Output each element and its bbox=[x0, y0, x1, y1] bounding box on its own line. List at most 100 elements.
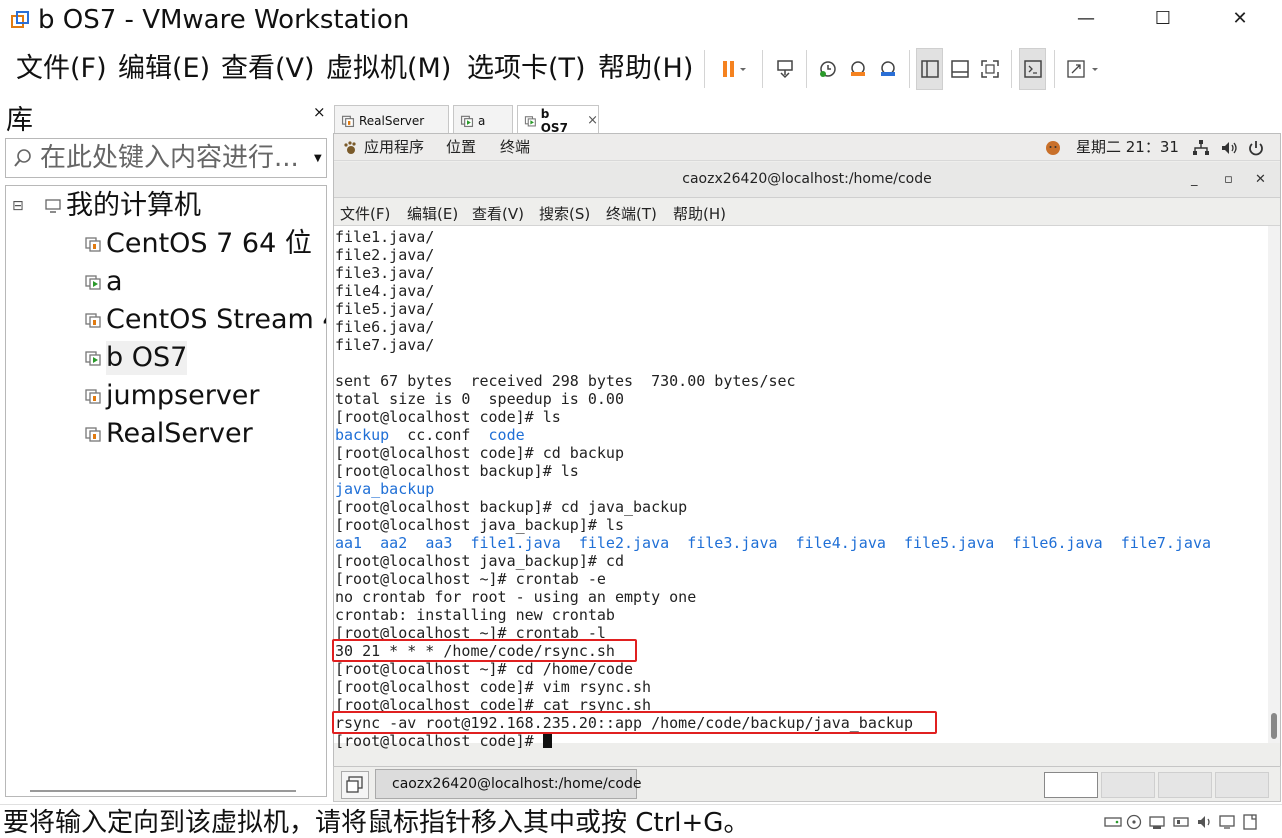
tab-b-os7[interactable]: b OS7 × bbox=[517, 105, 599, 135]
tree-item-vm[interactable]: CentOS Stream 4 bbox=[84, 302, 326, 338]
terminal-output[interactable]: file1.java/ file2.java/ file3.java/ file… bbox=[332, 226, 1268, 750]
ls-dir-entry: aa1 bbox=[335, 534, 363, 552]
library-close-button[interactable]: × bbox=[313, 103, 326, 121]
volume-icon[interactable] bbox=[1220, 139, 1238, 157]
terminal-menubar: 文件(F) 编辑(E) 查看(V) 搜索(S) 终端(T) 帮助(H) bbox=[334, 199, 1280, 226]
terminal-menu-view[interactable]: 查看(V) bbox=[472, 203, 524, 224]
terminal-close-button[interactable]: ✕ bbox=[1255, 172, 1266, 187]
pause-icon bbox=[723, 61, 746, 77]
terminal-line: [root@localhost java_backup]# ls bbox=[335, 516, 624, 534]
taskbar-window-button[interactable]: caozx26420@localhost:/home/code bbox=[375, 769, 641, 799]
terminal-menu-search[interactable]: 搜索(S) bbox=[539, 203, 590, 224]
fullscreen-button[interactable] bbox=[976, 48, 1004, 90]
toolbar-separator bbox=[1054, 50, 1055, 88]
guest-display[interactable]: 应用程序 位置 终端 星期二 21：31 caozx26420@localhos… bbox=[332, 133, 1281, 769]
ls-dir-entry: aa3 bbox=[425, 534, 453, 552]
tree-item-label: RealServer bbox=[106, 418, 253, 449]
hard-disk-icon[interactable] bbox=[1104, 814, 1122, 830]
snapshot-button[interactable] bbox=[814, 48, 842, 90]
ls-dir-entry: file3.java bbox=[687, 534, 778, 552]
collapse-icon[interactable]: ⊟ bbox=[12, 198, 34, 214]
library-search-input[interactable]: 在此处键入内容进行... ▼ bbox=[5, 138, 327, 178]
menu-vm[interactable]: 虚拟机(M) bbox=[326, 52, 451, 86]
workspace-2[interactable] bbox=[1101, 772, 1155, 798]
cd-dvd-icon[interactable] bbox=[1126, 814, 1142, 830]
tab-close-button[interactable]: × bbox=[587, 113, 598, 128]
minimize-button[interactable]: — bbox=[1063, 4, 1109, 36]
network-icon[interactable] bbox=[1192, 139, 1210, 157]
terminal-line: [root@localhost ~]# crontab -e bbox=[335, 570, 606, 588]
tree-item-vm[interactable]: jumpserver bbox=[84, 378, 260, 414]
gnome-applications-menu[interactable]: 应用程序 bbox=[364, 137, 424, 157]
menu-help[interactable]: 帮助(H) bbox=[598, 52, 693, 86]
maximize-button[interactable]: ☐ bbox=[1140, 4, 1186, 36]
tree-item-vm[interactable]: CentOS 7 64 位 bbox=[84, 226, 312, 262]
snapshot-manager-button[interactable] bbox=[874, 48, 902, 90]
tab-a[interactable]: a bbox=[453, 105, 513, 135]
workspace-4[interactable] bbox=[1215, 772, 1269, 798]
terminal-prompt-line: [root@localhost code]# bbox=[335, 732, 552, 750]
user-avatar-icon[interactable] bbox=[1045, 140, 1061, 156]
workspace-3[interactable] bbox=[1158, 772, 1212, 798]
send-ctrl-alt-del-button[interactable] bbox=[770, 48, 800, 90]
vm-area: RealServer a b OS7 × 应用程序 位置 终端 星期二 21：3… bbox=[330, 101, 1282, 803]
terminal-menu-file[interactable]: 文件(F) bbox=[340, 203, 390, 224]
gnome-clock[interactable]: 星期二 21：31 bbox=[1076, 137, 1179, 157]
vm-running-icon bbox=[460, 115, 474, 127]
ls-dir-entry: aa2 bbox=[380, 534, 408, 552]
revert-snapshot-icon bbox=[851, 61, 865, 76]
terminal-ls-output: backup cc.conf code bbox=[335, 426, 525, 444]
gnome-places-menu[interactable]: 位置 bbox=[446, 137, 476, 157]
tree-root-my-computer[interactable]: ⊟ 我的计算机 bbox=[12, 188, 201, 224]
library-view-button[interactable] bbox=[916, 48, 943, 90]
tree-item-vm-selected[interactable]: b OS7 bbox=[84, 340, 188, 376]
toolbar-separator bbox=[909, 50, 910, 88]
menu-view[interactable]: 查看(V) bbox=[221, 52, 315, 86]
terminal-menu-edit[interactable]: 编辑(E) bbox=[407, 203, 458, 224]
menu-edit[interactable]: 编辑(E) bbox=[118, 52, 210, 86]
terminal-maximize-button[interactable]: ▫ bbox=[1224, 172, 1233, 187]
terminal-scrollbar-thumb[interactable] bbox=[1271, 713, 1277, 739]
network-adapter-icon[interactable] bbox=[1148, 814, 1166, 830]
ls-dir-entry: code bbox=[488, 426, 525, 444]
tree-item-vm[interactable]: a bbox=[84, 264, 123, 300]
ls-dir-entry: java_backup bbox=[335, 480, 435, 498]
usb-device-icon[interactable] bbox=[1172, 814, 1190, 830]
tab-label: a bbox=[478, 113, 486, 128]
power-icon[interactable] bbox=[1247, 139, 1265, 157]
terminal-scrollbar[interactable] bbox=[1268, 226, 1280, 743]
gnome-top-panel: 应用程序 位置 终端 星期二 21：31 bbox=[334, 134, 1280, 161]
terminal-menu-terminal[interactable]: 终端(T) bbox=[606, 203, 657, 224]
revert-snapshot-button[interactable] bbox=[844, 48, 872, 90]
title-bar: b OS7 - VMware Workstation — ☐ ✕ bbox=[0, 0, 1282, 40]
tree-root-label: 我的计算机 bbox=[66, 190, 201, 221]
tree-item-vm[interactable]: RealServer bbox=[84, 416, 253, 452]
workspace-1[interactable] bbox=[1044, 772, 1098, 798]
vm-off-icon bbox=[85, 427, 101, 442]
library-scrollbar[interactable] bbox=[30, 790, 296, 792]
pause-button[interactable] bbox=[712, 48, 754, 90]
show-desktop-button[interactable] bbox=[341, 771, 369, 799]
menu-file[interactable]: 文件(F) bbox=[16, 52, 107, 86]
tab-realserver[interactable]: RealServer bbox=[334, 105, 449, 135]
vmware-logo-icon bbox=[11, 11, 29, 28]
vm-running-icon bbox=[85, 275, 101, 290]
console-view-button[interactable] bbox=[1019, 48, 1046, 90]
menu-tabs[interactable]: 选项卡(T) bbox=[467, 52, 586, 86]
stretch-button[interactable] bbox=[1062, 48, 1104, 90]
thumbnail-bar-button[interactable] bbox=[946, 48, 974, 90]
terminal-minimize-button[interactable]: _ bbox=[1191, 172, 1198, 187]
snapshot-icon bbox=[820, 61, 836, 77]
sound-card-icon[interactable] bbox=[1196, 814, 1214, 830]
chevron-down-icon[interactable]: ▼ bbox=[314, 153, 322, 164]
message-log-icon[interactable] bbox=[1242, 814, 1258, 830]
terminal-menu-help[interactable]: 帮助(H) bbox=[673, 203, 726, 224]
ls-dir-entry: backup bbox=[335, 426, 390, 444]
terminal-line: [root@localhost java_backup]# cd bbox=[335, 552, 624, 570]
gnome-terminal-menu[interactable]: 终端 bbox=[500, 137, 530, 157]
terminal-prompt: [root@localhost code]# bbox=[335, 732, 543, 750]
terminal-line: [root@localhost ~]# cd /home/code bbox=[335, 660, 634, 678]
vm-off-icon bbox=[85, 313, 101, 328]
display-icon[interactable] bbox=[1218, 814, 1236, 830]
close-button[interactable]: ✕ bbox=[1217, 4, 1263, 36]
